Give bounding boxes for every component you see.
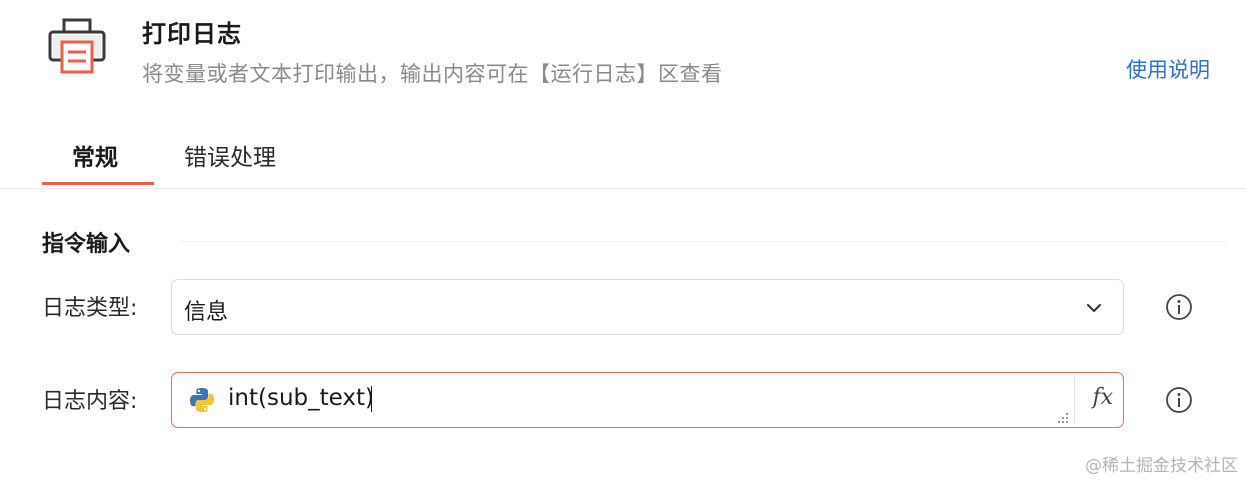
header: 打印日志 将变量或者文本打印输出，输出内容可在【运行日志】区查看 使用说明 [0, 0, 1246, 110]
tab-bar: 常规 错误处理 [0, 118, 1246, 189]
resize-handle-icon[interactable] [1057, 412, 1069, 424]
page-subtitle: 将变量或者文本打印输出，输出内容可在【运行日志】区查看 [142, 62, 723, 86]
tab-error-handling[interactable]: 错误处理 [184, 138, 276, 172]
log-content-text: int(sub_text) [228, 385, 374, 411]
fx-divider [1074, 377, 1075, 423]
log-type-label: 日志类型: [42, 296, 138, 321]
section-title: 指令输入 [42, 232, 131, 257]
python-icon [190, 388, 214, 412]
log-content-value: int(sub_text) [228, 385, 374, 412]
chevron-down-icon [1087, 304, 1101, 312]
info-icon[interactable] [1165, 293, 1193, 321]
info-icon[interactable] [1165, 386, 1193, 414]
log-type-value: 信息 [184, 300, 229, 325]
help-link[interactable]: 使用说明 [1126, 54, 1210, 84]
log-content-label: 日志内容: [42, 389, 138, 414]
log-content-input[interactable]: int(sub_text) fx [171, 372, 1124, 428]
text-caret [371, 385, 372, 412]
active-tab-indicator [42, 182, 154, 185]
watermark: @稀土掘金技术社区 [1085, 456, 1238, 476]
page-title: 打印日志 [142, 20, 242, 48]
tab-general[interactable]: 常规 [72, 138, 118, 172]
fx-button[interactable]: fx [1092, 385, 1113, 410]
printer-icon [48, 18, 106, 74]
log-type-select[interactable]: 信息 [171, 279, 1124, 335]
section-divider [180, 241, 1226, 242]
